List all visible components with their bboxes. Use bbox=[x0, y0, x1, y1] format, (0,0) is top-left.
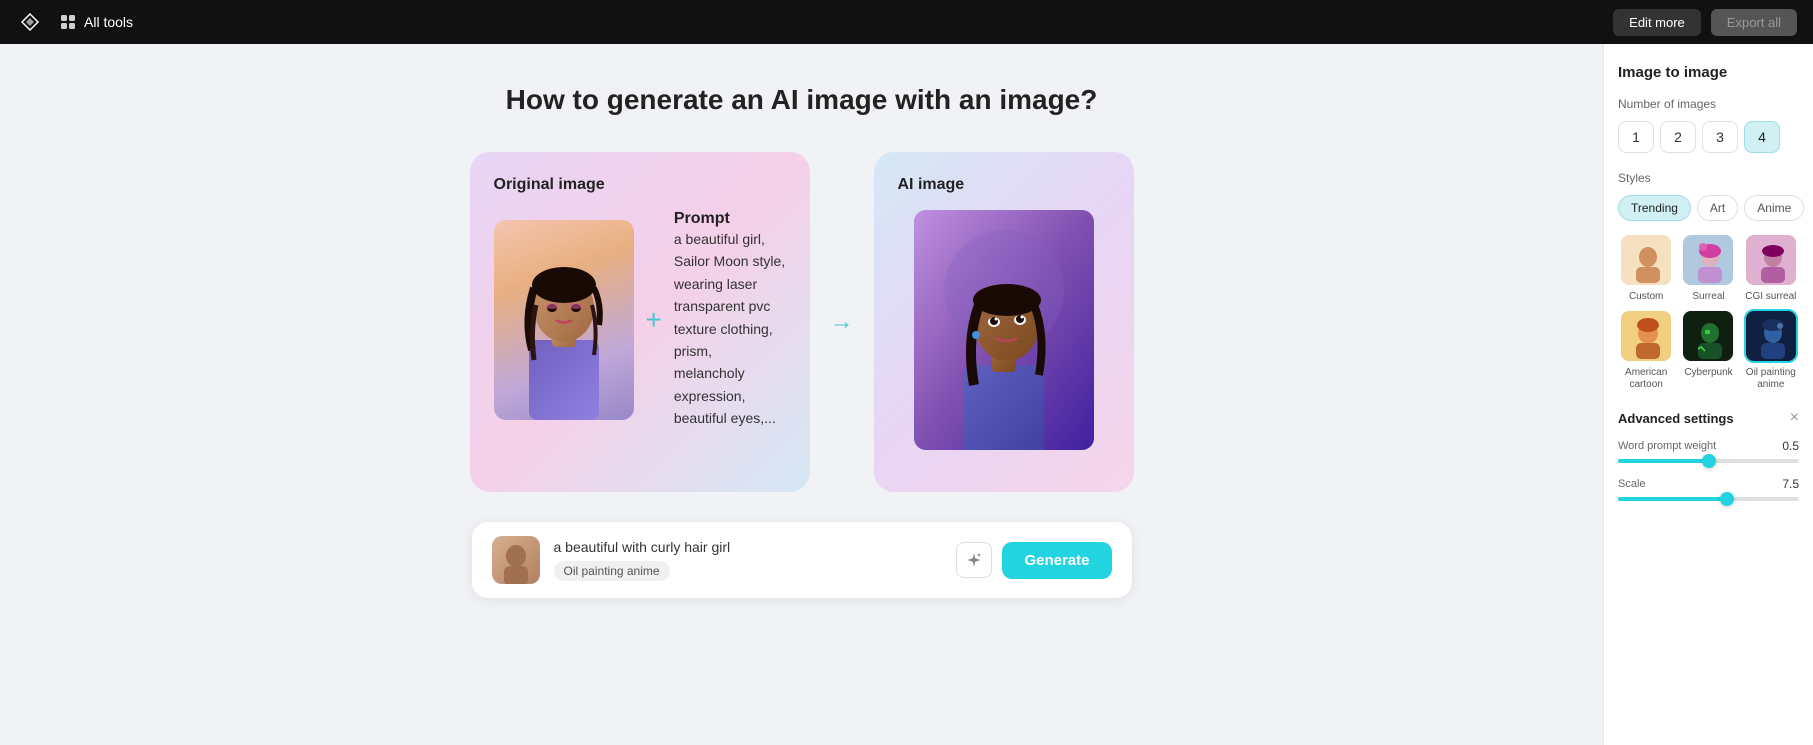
original-prompt-card: Original image bbox=[470, 152, 810, 492]
style-label-surreal: Surreal bbox=[1692, 291, 1724, 303]
topnav: All tools Edit more Export all bbox=[0, 0, 1813, 44]
center-content: How to generate an AI image with an imag… bbox=[0, 44, 1603, 745]
ai-photo bbox=[914, 210, 1094, 450]
scale-label-row: Scale 7.5 bbox=[1618, 477, 1799, 491]
styles-label: Styles bbox=[1618, 171, 1799, 185]
tab-art[interactable]: Art bbox=[1697, 195, 1738, 221]
page-title: How to generate an AI image with an imag… bbox=[506, 84, 1098, 116]
image-flow: Original image bbox=[470, 152, 1134, 492]
advanced-header: Advanced settings × bbox=[1618, 409, 1799, 427]
scale-section: Scale 7.5 bbox=[1618, 477, 1799, 501]
advanced-title: Advanced settings bbox=[1618, 411, 1734, 426]
word-prompt-label-row: Word prompt weight 0.5 bbox=[1618, 439, 1799, 453]
scale-thumb[interactable] bbox=[1720, 492, 1734, 506]
generate-button[interactable]: Generate bbox=[1002, 542, 1111, 579]
num-btn-2[interactable]: 2 bbox=[1660, 121, 1696, 153]
bottom-tag: Oil painting anime bbox=[554, 561, 670, 581]
num-btn-3[interactable]: 3 bbox=[1702, 121, 1738, 153]
style-item-surreal[interactable]: Surreal bbox=[1680, 233, 1736, 303]
right-panel: Image to image Number of images 1 2 3 4 … bbox=[1603, 44, 1813, 745]
style-label-custom: Custom bbox=[1629, 291, 1663, 303]
word-prompt-weight-section: Word prompt weight 0.5 bbox=[1618, 439, 1799, 463]
styles-grid: Custom Surreal bbox=[1618, 233, 1799, 391]
bottom-center: a beautiful with curly hair girl Oil pai… bbox=[554, 539, 943, 581]
word-prompt-label: Word prompt weight bbox=[1618, 440, 1716, 452]
advanced-close-icon[interactable]: × bbox=[1790, 409, 1799, 427]
bottom-actions: Generate bbox=[956, 542, 1111, 579]
export-all-button: Export all bbox=[1711, 9, 1797, 36]
style-img-american bbox=[1619, 309, 1673, 363]
style-img-surreal bbox=[1681, 233, 1735, 287]
style-label-cyberpunk: Cyberpunk bbox=[1684, 367, 1732, 379]
word-prompt-thumb[interactable] bbox=[1702, 454, 1716, 468]
style-label-oil: Oil painting anime bbox=[1743, 367, 1799, 391]
bottom-bar: a beautiful with curly hair girl Oil pai… bbox=[472, 522, 1132, 598]
num-images-label: Number of images bbox=[1618, 97, 1799, 111]
style-img-custom bbox=[1619, 233, 1673, 287]
style-item-american[interactable]: American cartoon bbox=[1618, 309, 1674, 391]
original-label: Original image bbox=[494, 176, 605, 194]
scale-value: 7.5 bbox=[1782, 477, 1799, 491]
ai-image-card: AI image bbox=[874, 152, 1134, 492]
original-inner: + Prompt a beautiful girl, Sailor Moon s… bbox=[494, 210, 786, 430]
scale-fill bbox=[1618, 497, 1727, 501]
style-item-cgi[interactable]: CGI surreal bbox=[1743, 233, 1799, 303]
word-prompt-value: 0.5 bbox=[1782, 439, 1799, 453]
ai-label: AI image bbox=[898, 176, 965, 194]
topnav-actions: Edit more Export all bbox=[1613, 9, 1797, 36]
panel-title: Image to image bbox=[1618, 64, 1799, 81]
all-tools-label: All tools bbox=[84, 14, 133, 30]
scale-label: Scale bbox=[1618, 478, 1646, 490]
tab-trending[interactable]: Trending bbox=[1618, 195, 1691, 221]
prompt-text: a beautiful girl, Sailor Moon style, wea… bbox=[674, 228, 786, 430]
style-label-cgi: CGI surreal bbox=[1745, 291, 1796, 303]
word-prompt-slider[interactable] bbox=[1618, 459, 1799, 463]
tab-anime[interactable]: Anime bbox=[1744, 195, 1804, 221]
style-img-cgi bbox=[1744, 233, 1798, 287]
word-prompt-fill bbox=[1618, 459, 1709, 463]
original-photo bbox=[494, 220, 634, 420]
style-item-oil[interactable]: Oil painting anime bbox=[1743, 309, 1799, 391]
brand-logo bbox=[16, 8, 44, 36]
num-btn-4[interactable]: 4 bbox=[1744, 121, 1780, 153]
style-item-custom[interactable]: Custom bbox=[1618, 233, 1674, 303]
advanced-section: Advanced settings × Word prompt weight 0… bbox=[1618, 409, 1799, 501]
prompt-section: Prompt a beautiful girl, Sailor Moon sty… bbox=[674, 210, 786, 430]
plus-icon: + bbox=[646, 304, 662, 336]
style-img-oil bbox=[1744, 309, 1798, 363]
prompt-label: Prompt bbox=[674, 210, 786, 228]
edit-more-button[interactable]: Edit more bbox=[1613, 9, 1701, 36]
num-images-row: 1 2 3 4 bbox=[1618, 121, 1799, 153]
num-btn-1[interactable]: 1 bbox=[1618, 121, 1654, 153]
main-layout: How to generate an AI image with an imag… bbox=[0, 44, 1813, 745]
bottom-thumbnail bbox=[492, 536, 540, 584]
style-label-american: American cartoon bbox=[1618, 367, 1674, 391]
scale-slider[interactable] bbox=[1618, 497, 1799, 501]
all-tools-link[interactable]: All tools bbox=[60, 14, 133, 30]
style-img-cyberpunk bbox=[1681, 309, 1735, 363]
arrow-icon: → bbox=[830, 308, 854, 336]
bottom-prompt: a beautiful with curly hair girl bbox=[554, 539, 943, 555]
styles-tabs: Trending Art Anime bbox=[1618, 195, 1799, 221]
style-item-cyberpunk[interactable]: Cyberpunk bbox=[1680, 309, 1736, 391]
sparkle-button[interactable] bbox=[956, 542, 992, 578]
